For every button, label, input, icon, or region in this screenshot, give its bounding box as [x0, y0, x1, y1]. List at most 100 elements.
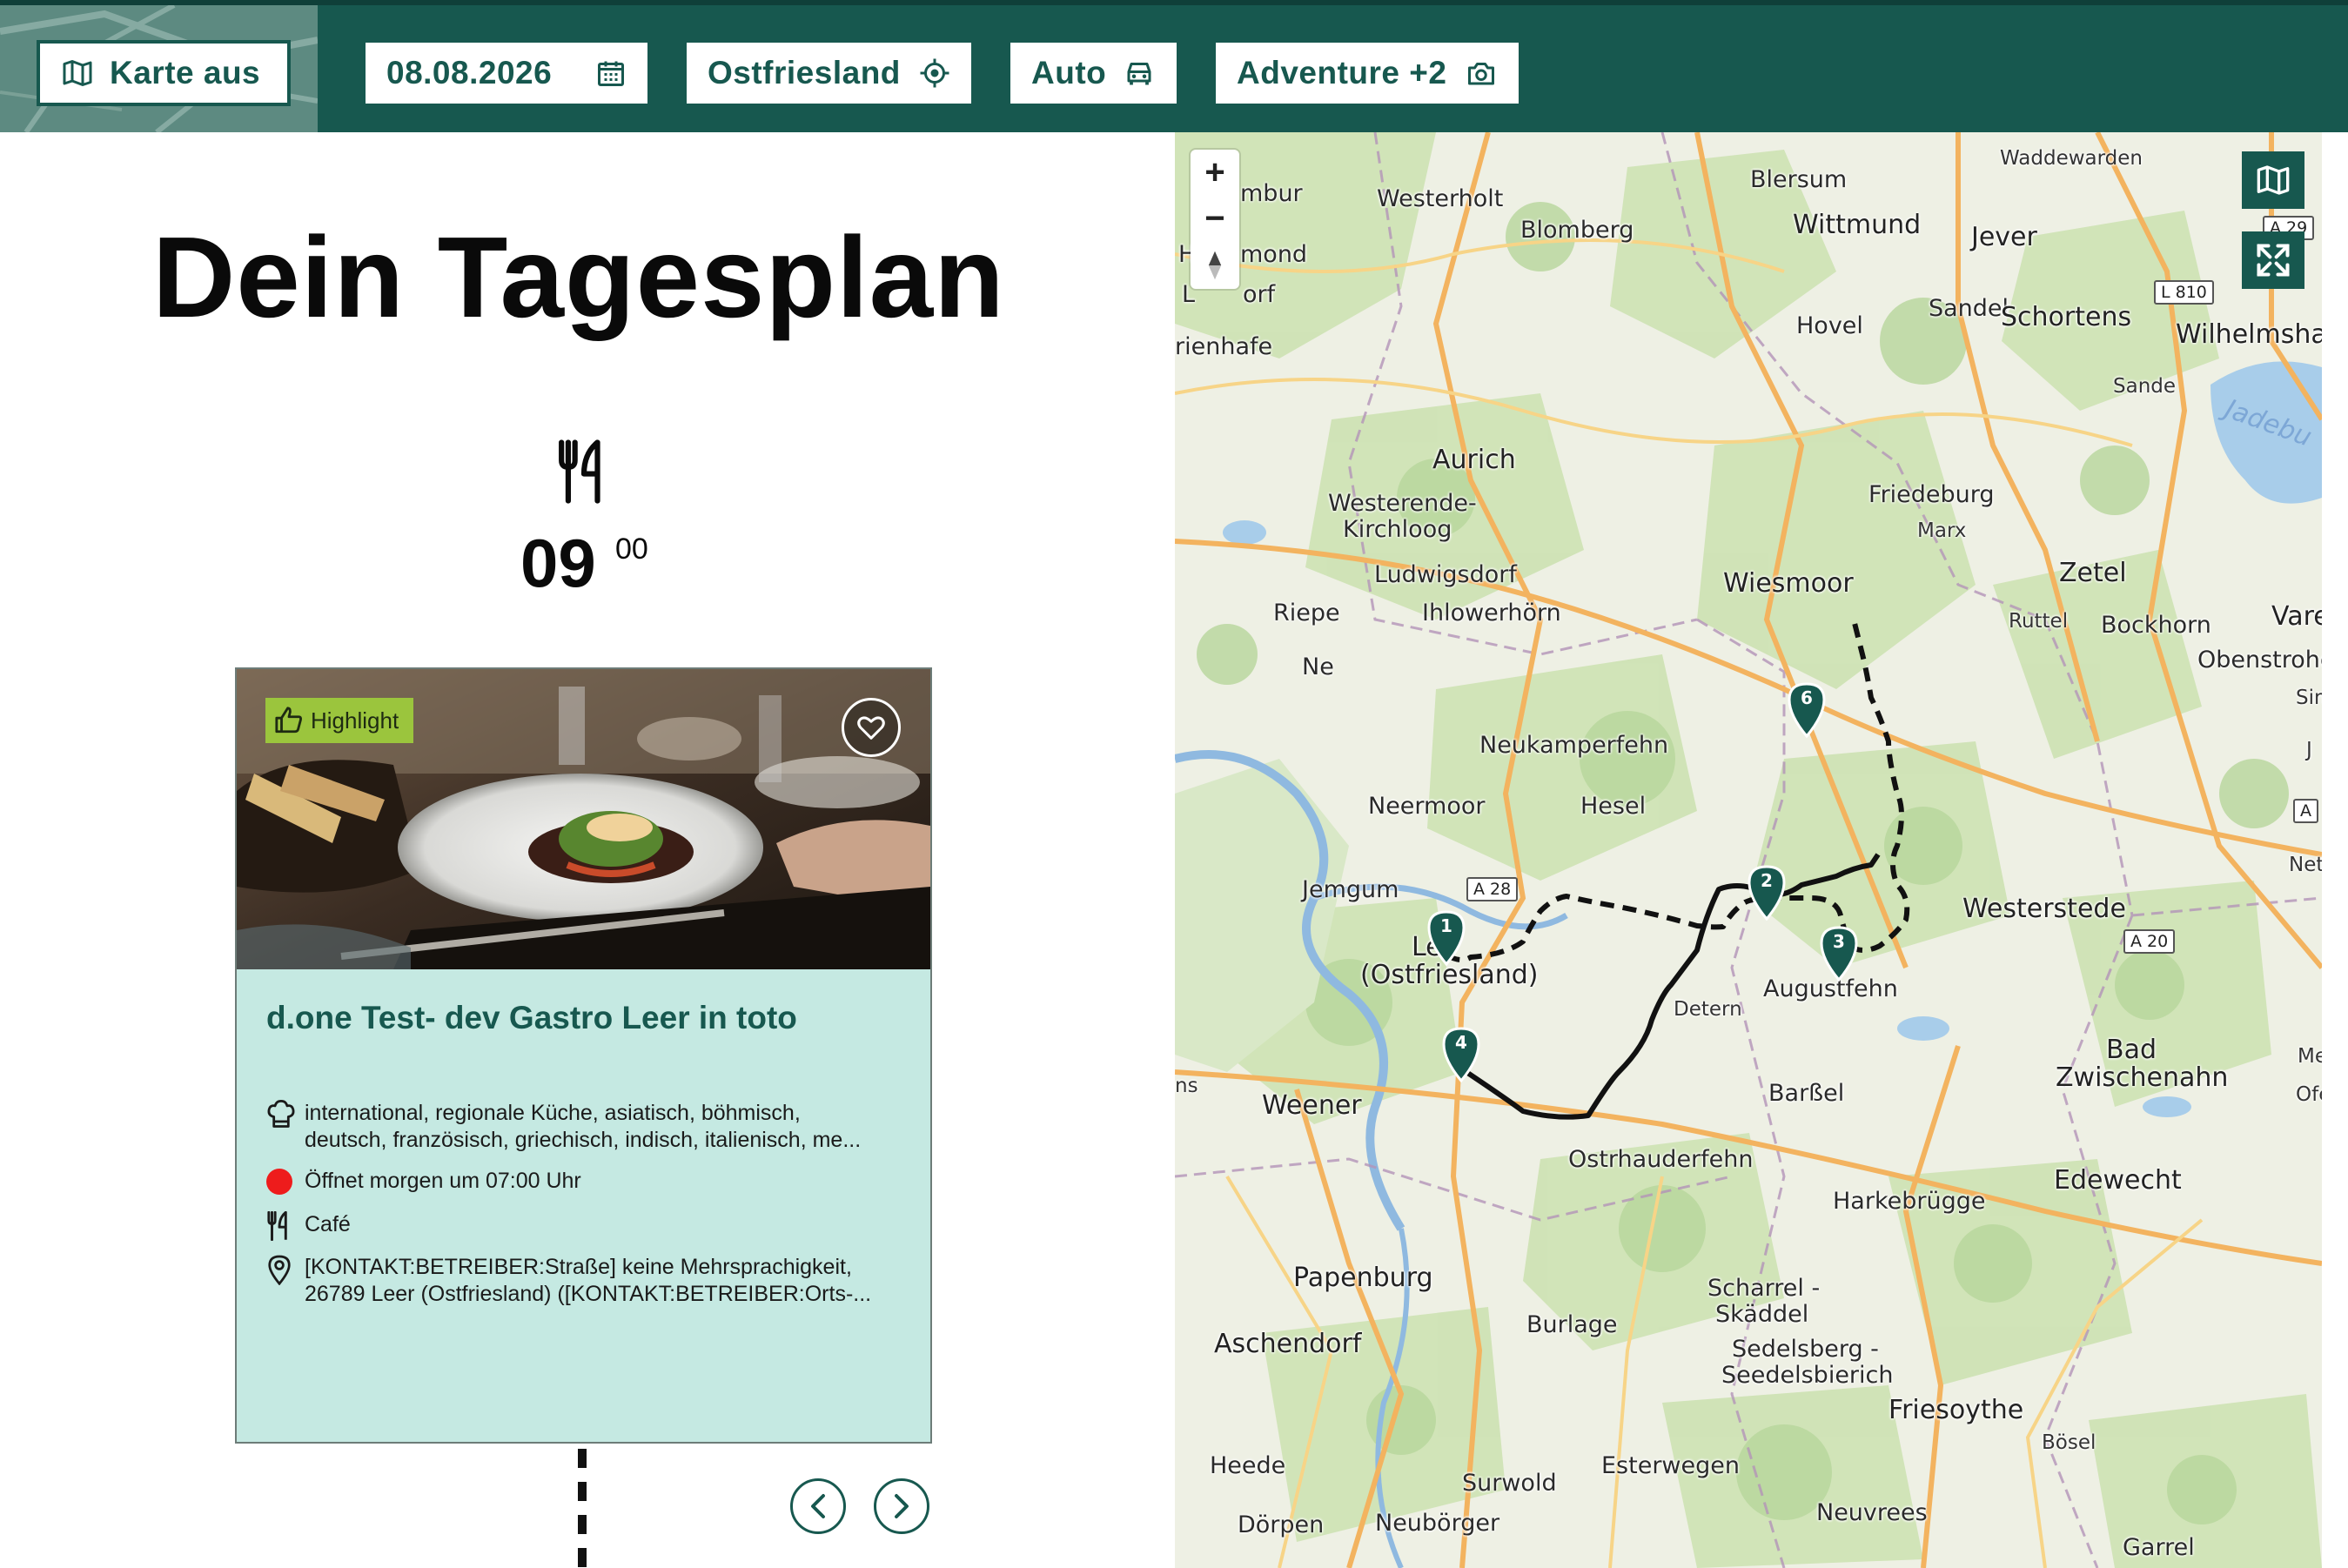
transport-button[interactable]: Auto [1008, 40, 1179, 106]
map-label-sandel: Sandel [1929, 295, 2009, 322]
poi-title[interactable]: d.one Test- dev Gastro Leer in toto [266, 1000, 797, 1036]
map-label-bockhorn: Bockhorn [2101, 612, 2211, 639]
map-label-ofe: Ofe [2296, 1083, 2322, 1106]
next-button[interactable] [874, 1478, 929, 1534]
map-label-zwischenahn: Zwischenahn [2056, 1062, 2229, 1093]
cuisine-row: international, regionale Küche, asiatisc… [266, 1100, 896, 1154]
route-stop-pin[interactable]: 4 [1439, 1025, 1484, 1083]
route-stop-pin[interactable]: 6 [1784, 680, 1829, 739]
map-label-neuboerger: Neubörger [1375, 1510, 1500, 1537]
map-zoom-control: + − [1191, 150, 1239, 289]
date-label: 08.08.2026 [386, 55, 553, 90]
time-hour: 09 [520, 525, 596, 601]
zoom-out-button[interactable]: − [1191, 196, 1239, 242]
locate-icon [920, 58, 949, 88]
map-label-wittmund: Wittmund [1793, 210, 1922, 240]
map-label-neukamperfehn: Neukamperfehn [1479, 732, 1669, 759]
map-label-neuvrees: Neuvrees [1816, 1499, 1928, 1526]
map-label-edge-1: mbur [1240, 180, 1303, 207]
map-label-varel: Vare [2271, 601, 2322, 632]
map-label-riepe: Riepe [1273, 600, 1340, 627]
map-label-friedeburg: Friedeburg [1868, 481, 1995, 508]
map-label-blersum: Blersum [1750, 166, 1848, 193]
map-label-westerholt: Westerholt [1377, 185, 1504, 212]
favorite-button[interactable] [842, 698, 901, 757]
compass-icon [1208, 251, 1222, 279]
map-label-edge-8: J [2306, 739, 2312, 761]
map-label-skaeddel: Skäddel [1715, 1301, 1809, 1328]
car-icon [1127, 63, 1151, 85]
map-label-zetel: Zetel [2059, 558, 2127, 588]
route-stop-pin[interactable]: 3 [1816, 924, 1862, 982]
address-line-1: [KONTAKT:BETREIBER:Straße] keine Mehrspr… [305, 1255, 852, 1279]
map-label-surwold: Surwold [1462, 1470, 1557, 1497]
interests-button[interactable]: Adventure +2 [1213, 40, 1521, 106]
cuisine-text: international, regionale Küche, asiatisc… [305, 1101, 801, 1125]
restaurant-icon [559, 439, 600, 504]
date-picker-button[interactable]: 08.08.2026 [363, 40, 650, 106]
region-button[interactable]: Ostfriesland [684, 40, 974, 106]
previous-button[interactable] [790, 1478, 846, 1534]
route-map[interactable]: Westerholt Blomberg Blersum Wittmund Jev… [1175, 132, 2322, 1568]
interests-label: Adventure +2 [1237, 55, 1447, 90]
restaurant-icon [267, 1211, 287, 1241]
map-label-barssel: Barßel [1768, 1080, 1845, 1107]
map-toggle-button[interactable]: Karte aus [37, 40, 291, 106]
map-label-aschendorf: Aschendorf [1214, 1329, 1362, 1359]
map-label-westerstede: Westerstede [1962, 894, 2126, 924]
map-label-ruttel: Ruttel [2009, 610, 2069, 633]
map-label-bad: Bad [2106, 1035, 2157, 1065]
map-label-burlage: Burlage [1526, 1311, 1618, 1338]
zoom-out-label: − [1204, 199, 1225, 238]
map-label-papenburg: Papenburg [1293, 1263, 1433, 1293]
map-label-ne: Simonswolde [2296, 687, 2322, 709]
map-label-harkebruegge: Harkebrügge [1833, 1188, 1986, 1215]
map-layers-button[interactable] [2242, 151, 2304, 209]
map-label-schortens: Schortens [2001, 302, 2132, 332]
road-shield-a20: A 20 [2123, 929, 2176, 954]
route-stop-pin[interactable]: 2 [1744, 863, 1789, 921]
expand-icon [2257, 244, 2290, 277]
route-stop-pin[interactable]: 1 [1424, 908, 1469, 967]
fullscreen-button[interactable] [2242, 231, 2304, 289]
zoom-in-button[interactable]: + [1191, 150, 1239, 196]
poi-card[interactable]: Highlight d.one Test- dev Gastro Leer in… [235, 667, 932, 1444]
map-label-wiesmoor: Wiesmoor [1723, 568, 1854, 599]
map-label-edge-7: ns [1175, 1075, 1198, 1097]
map-label-jever: Jever [1971, 222, 2037, 252]
map-label-edge-6: rienhafe [1175, 333, 1273, 360]
category-text: Café [305, 1212, 351, 1236]
map-label-ihlowerhoern: Ihlowerhörn [1422, 600, 1561, 627]
map-label-ostrhauderfehn: Ostrhauderfehn [1568, 1146, 1754, 1173]
camera-icon [1468, 63, 1494, 85]
route-stop-number: 3 [1833, 931, 1845, 952]
map-label-garrel: Garrel [2123, 1534, 2195, 1561]
map-label-jemgum: Jemgum [1302, 876, 1399, 903]
map-label-detern: Detern [1674, 998, 1742, 1021]
map-label-doerpen: Dörpen [1238, 1511, 1325, 1538]
map-toggle-label: Karte aus [110, 55, 261, 90]
timeline-connector [578, 1449, 587, 1568]
map-label-boesel: Bösel [2042, 1431, 2096, 1454]
map-label-edewecht: Edewecht [2054, 1165, 2182, 1196]
reset-north-button[interactable] [1191, 242, 1239, 288]
location-pin-icon [268, 1255, 291, 1285]
route-stop-number: 6 [1801, 687, 1813, 708]
address-row: [KONTAKT:BETREIBER:Straße] keine Mehrspr… [266, 1254, 896, 1308]
road-shield-a28: A 28 [1466, 877, 1519, 901]
time-minute: 00 [615, 533, 648, 566]
road-shield-l810: L 810 [2154, 280, 2214, 305]
opening-status: Öffnet morgen um 07:00 Uhr [305, 1169, 581, 1193]
map-label-westerende: Westerende- [1328, 490, 1477, 517]
map-label-edge-5: orf [1243, 281, 1276, 308]
cuisine-text-more: deutsch, französisch, griechisch, indisc… [305, 1128, 862, 1152]
poi-photo: Highlight [237, 669, 930, 969]
route-stop-number: 1 [1440, 915, 1452, 936]
opening-row: Öffnet morgen um 07:00 Uhr [266, 1168, 581, 1195]
route-stop-number: 4 [1455, 1032, 1467, 1053]
category-row: Café [266, 1211, 351, 1241]
map-label-seedelsbierich: Seedelsbierich [1721, 1362, 1894, 1389]
map-label-wilhelmshaven: Wilhelmshave [2176, 319, 2322, 350]
map-label-heede: Heede [1210, 1452, 1286, 1479]
map-label-marx: Marx [1917, 519, 1967, 542]
